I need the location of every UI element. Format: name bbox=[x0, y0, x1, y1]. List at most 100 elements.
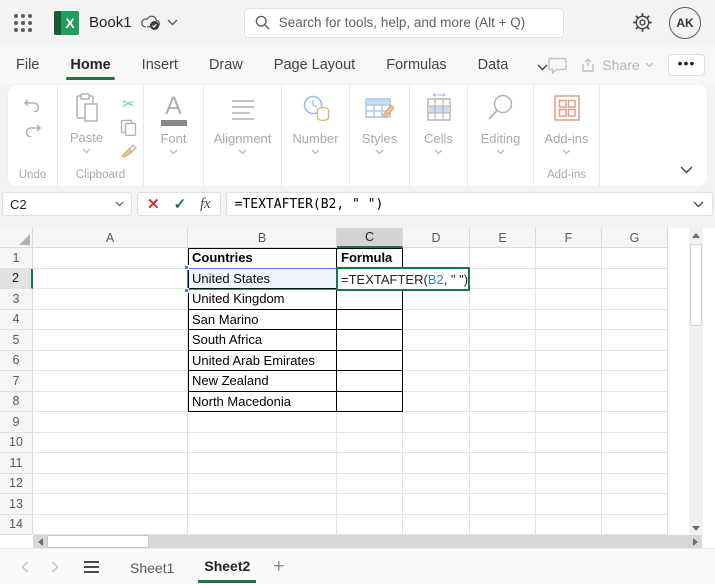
cell-B5[interactable]: South Africa bbox=[188, 330, 337, 351]
cell-D10[interactable] bbox=[403, 432, 470, 453]
cell-F10[interactable] bbox=[536, 432, 602, 453]
column-header-G[interactable]: G bbox=[602, 228, 668, 248]
tab-data[interactable]: Data bbox=[476, 48, 511, 82]
cell-G7[interactable] bbox=[602, 371, 668, 392]
cell-D8[interactable] bbox=[403, 391, 470, 412]
cell-F11[interactable] bbox=[536, 453, 602, 474]
undo-icon[interactable] bbox=[23, 97, 42, 112]
tab-page-layout[interactable]: Page Layout bbox=[272, 48, 357, 82]
select-all-button[interactable] bbox=[0, 228, 33, 248]
number-group-button[interactable]: Number bbox=[281, 85, 349, 186]
insert-function-icon[interactable]: fx bbox=[200, 196, 210, 213]
scroll-down-icon[interactable] bbox=[689, 521, 703, 535]
cell-F13[interactable] bbox=[536, 494, 602, 515]
cell-A6[interactable] bbox=[33, 350, 188, 371]
selection-handle-icon[interactable] bbox=[184, 265, 189, 270]
cell-D5[interactable] bbox=[403, 330, 470, 351]
cell-C8[interactable] bbox=[337, 391, 403, 412]
cell-C3[interactable] bbox=[337, 289, 403, 310]
more-options-button[interactable]: ••• bbox=[667, 54, 706, 76]
cell-F7[interactable] bbox=[536, 371, 602, 392]
cell-C12[interactable] bbox=[337, 473, 403, 494]
cell-E1[interactable] bbox=[470, 248, 536, 269]
cell-C13[interactable] bbox=[337, 494, 403, 515]
cell-C7[interactable] bbox=[337, 371, 403, 392]
cell-F8[interactable] bbox=[536, 391, 602, 412]
cell-B4[interactable]: San Marino bbox=[188, 309, 337, 330]
row-header-11[interactable]: 11 bbox=[0, 453, 33, 474]
cell-B8[interactable]: North Macedonia bbox=[188, 391, 337, 412]
cell-E12[interactable] bbox=[470, 473, 536, 494]
cell-B11[interactable] bbox=[188, 453, 337, 474]
cell-B9[interactable] bbox=[188, 412, 337, 433]
share-button[interactable]: Share bbox=[581, 57, 654, 73]
cell-G12[interactable] bbox=[602, 473, 668, 494]
cell-A12[interactable] bbox=[33, 473, 188, 494]
column-header-F[interactable]: F bbox=[536, 228, 602, 248]
cell-F1[interactable] bbox=[536, 248, 602, 269]
cell-G13[interactable] bbox=[602, 494, 668, 515]
sheet-tab-sheet1[interactable]: Sheet1 bbox=[124, 552, 180, 582]
tab-draw[interactable]: Draw bbox=[207, 48, 245, 82]
row-header-7[interactable]: 7 bbox=[0, 371, 33, 392]
tab-formulas[interactable]: Formulas bbox=[384, 48, 448, 82]
cell-D14[interactable] bbox=[403, 514, 470, 535]
cell-G11[interactable] bbox=[602, 453, 668, 474]
addins-group[interactable]: Add-ins Add-ins bbox=[533, 85, 599, 186]
cell-G6[interactable] bbox=[602, 350, 668, 371]
cell-G10[interactable] bbox=[602, 432, 668, 453]
selection-handle-icon[interactable] bbox=[184, 288, 189, 293]
comments-icon[interactable] bbox=[548, 57, 567, 74]
formula-input[interactable]: =TEXTAFTER(B2, " ") bbox=[225, 192, 713, 216]
cell-A3[interactable] bbox=[33, 289, 188, 310]
horizontal-scrollbar[interactable] bbox=[33, 535, 702, 548]
collapse-ribbon-chevron-icon[interactable] bbox=[680, 166, 693, 174]
cells-group-button[interactable]: Cells bbox=[409, 85, 467, 186]
cell-F9[interactable] bbox=[536, 412, 602, 433]
cell-E6[interactable] bbox=[470, 350, 536, 371]
cell-B6[interactable]: United Arab Emirates bbox=[188, 350, 337, 371]
title-chevron-down-icon[interactable] bbox=[167, 19, 178, 26]
cell-C14[interactable] bbox=[337, 514, 403, 535]
search-input[interactable]: Search for tools, help, and more (Alt + … bbox=[243, 7, 564, 38]
row-header-14[interactable]: 14 bbox=[0, 514, 33, 535]
cell-A1[interactable] bbox=[33, 248, 188, 269]
cell-A7[interactable] bbox=[33, 371, 188, 392]
cell-E7[interactable] bbox=[470, 371, 536, 392]
scroll-left-icon[interactable] bbox=[33, 535, 47, 548]
confirm-entry-icon[interactable]: ✓ bbox=[174, 195, 187, 213]
row-header-5[interactable]: 5 bbox=[0, 330, 33, 351]
cell-E10[interactable] bbox=[470, 432, 536, 453]
column-header-B[interactable]: B bbox=[188, 228, 337, 248]
cell-D6[interactable] bbox=[403, 350, 470, 371]
name-box[interactable]: C2 bbox=[2, 192, 132, 216]
cell-C6[interactable] bbox=[337, 350, 403, 371]
row-header-8[interactable]: 8 bbox=[0, 391, 33, 412]
cell-C11[interactable] bbox=[337, 453, 403, 474]
copy-icon[interactable] bbox=[120, 119, 137, 136]
cell-G2[interactable] bbox=[602, 268, 668, 289]
row-header-4[interactable]: 4 bbox=[0, 309, 33, 330]
row-header-3[interactable]: 3 bbox=[0, 289, 33, 310]
cell-E2[interactable] bbox=[470, 268, 536, 289]
cell-D13[interactable] bbox=[403, 494, 470, 515]
cell-A9[interactable] bbox=[33, 412, 188, 433]
cell-G9[interactable] bbox=[602, 412, 668, 433]
vertical-scrollbar[interactable] bbox=[689, 228, 703, 535]
cell-E4[interactable] bbox=[470, 309, 536, 330]
cell-D11[interactable] bbox=[403, 453, 470, 474]
cell-A13[interactable] bbox=[33, 494, 188, 515]
vertical-scroll-thumb[interactable] bbox=[690, 244, 702, 326]
tab-insert[interactable]: Insert bbox=[140, 48, 180, 82]
cell-B13[interactable] bbox=[188, 494, 337, 515]
cell-E9[interactable] bbox=[470, 412, 536, 433]
cell-E5[interactable] bbox=[470, 330, 536, 351]
cell-F5[interactable] bbox=[536, 330, 602, 351]
excel-logo-icon[interactable]: X bbox=[54, 10, 79, 35]
cell-A5[interactable] bbox=[33, 330, 188, 351]
column-header-D[interactable]: D bbox=[403, 228, 470, 248]
next-sheet-chevron-icon[interactable] bbox=[51, 560, 59, 573]
cell-E14[interactable] bbox=[470, 514, 536, 535]
column-header-E[interactable]: E bbox=[470, 228, 536, 248]
cell-F12[interactable] bbox=[536, 473, 602, 494]
